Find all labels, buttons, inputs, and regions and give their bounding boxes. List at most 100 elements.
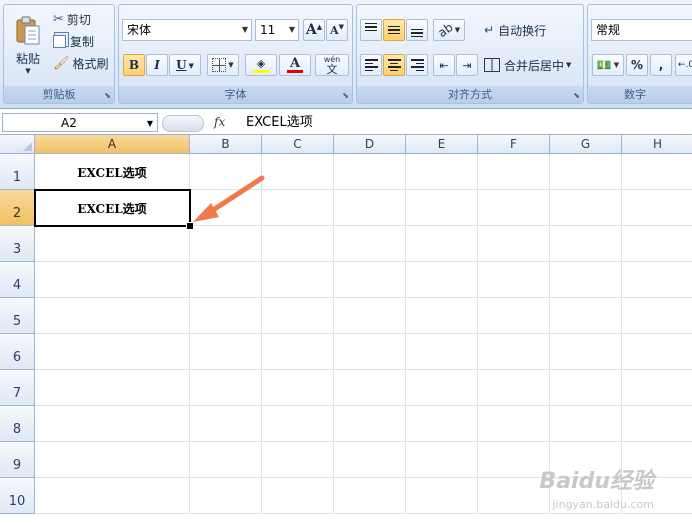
cell-f4[interactable] — [478, 262, 550, 298]
insert-function-button[interactable]: fx — [214, 113, 238, 132]
column-header-c[interactable]: C — [262, 135, 334, 154]
cell-f8[interactable] — [478, 406, 550, 442]
cell-a7[interactable] — [35, 370, 190, 406]
cell-f1[interactable] — [478, 154, 550, 190]
cell-a6[interactable] — [35, 334, 190, 370]
cell-d5[interactable] — [334, 298, 406, 334]
row-header-3[interactable]: 3 — [0, 226, 35, 262]
name-box[interactable]: A2 ▼ — [2, 113, 158, 132]
cell-e3[interactable] — [406, 226, 478, 262]
cell-c10[interactable] — [262, 478, 334, 514]
cell-b7[interactable] — [190, 370, 262, 406]
accounting-format-button[interactable]: 💵 ▼ — [592, 54, 624, 76]
cell-g4[interactable] — [550, 262, 622, 298]
formula-bar-splitter[interactable] — [162, 115, 204, 132]
comma-style-button[interactable]: , — [650, 54, 672, 76]
column-header-d[interactable]: D — [334, 135, 406, 154]
dialog-launcher-icon[interactable]: ⬊ — [342, 91, 349, 100]
cell-g5[interactable] — [550, 298, 622, 334]
cell-b8[interactable] — [190, 406, 262, 442]
increase-decimal-button[interactable]: ←.0 — [675, 54, 692, 76]
cell-b10[interactable] — [190, 478, 262, 514]
row-header-5[interactable]: 5 — [0, 298, 35, 334]
cell-a4[interactable] — [35, 262, 190, 298]
cell-c3[interactable] — [262, 226, 334, 262]
cell-a3[interactable] — [35, 226, 190, 262]
align-right-button[interactable] — [406, 54, 428, 76]
orientation-button[interactable]: ab ▼ — [433, 19, 465, 41]
cell-e10[interactable] — [406, 478, 478, 514]
cell-f6[interactable] — [478, 334, 550, 370]
cell-e8[interactable] — [406, 406, 478, 442]
cell-b3[interactable] — [190, 226, 262, 262]
cell-g1[interactable] — [550, 154, 622, 190]
decrease-indent-button[interactable]: ⇤ — [433, 54, 455, 76]
italic-button[interactable]: I — [146, 54, 168, 76]
cell-c5[interactable] — [262, 298, 334, 334]
cell-a9[interactable] — [35, 442, 190, 478]
cell-c4[interactable] — [262, 262, 334, 298]
column-header-f[interactable]: F — [478, 135, 550, 154]
cell-d2[interactable] — [334, 190, 406, 226]
cell-d8[interactable] — [334, 406, 406, 442]
row-header-2[interactable]: 2 — [0, 190, 35, 226]
cell-f3[interactable] — [478, 226, 550, 262]
cell-e2[interactable] — [406, 190, 478, 226]
cell-d1[interactable] — [334, 154, 406, 190]
cell-b2[interactable] — [190, 190, 262, 226]
cell-h7[interactable] — [622, 370, 692, 406]
cell-e7[interactable] — [406, 370, 478, 406]
font-color-button[interactable]: A — [279, 54, 311, 76]
row-header-9[interactable]: 9 — [0, 442, 35, 478]
cell-f7[interactable] — [478, 370, 550, 406]
row-header-6[interactable]: 6 — [0, 334, 35, 370]
column-header-h[interactable]: H — [622, 135, 692, 154]
cell-e9[interactable] — [406, 442, 478, 478]
align-bottom-button[interactable] — [406, 19, 428, 41]
cell-e5[interactable] — [406, 298, 478, 334]
cell-e4[interactable] — [406, 262, 478, 298]
cell-h2[interactable] — [622, 190, 692, 226]
row-header-8[interactable]: 8 — [0, 406, 35, 442]
cell-d4[interactable] — [334, 262, 406, 298]
cell-g6[interactable] — [550, 334, 622, 370]
font-name-select[interactable]: 宋体 ▼ — [122, 19, 252, 41]
cell-a10[interactable] — [35, 478, 190, 514]
cell-a5[interactable] — [35, 298, 190, 334]
column-header-g[interactable]: G — [550, 135, 622, 154]
align-center-button[interactable] — [383, 54, 405, 76]
cell-e1[interactable] — [406, 154, 478, 190]
percent-style-button[interactable]: % — [626, 54, 648, 76]
cell-d10[interactable] — [334, 478, 406, 514]
cell-b4[interactable] — [190, 262, 262, 298]
align-top-button[interactable] — [360, 19, 382, 41]
cell-h5[interactable] — [622, 298, 692, 334]
borders-button[interactable]: ▼ — [207, 54, 239, 76]
cell-c2[interactable] — [262, 190, 334, 226]
grow-font-button[interactable]: A ▲ — [303, 19, 325, 41]
fill-handle[interactable] — [186, 222, 194, 230]
column-header-b[interactable]: B — [190, 135, 262, 154]
underline-button[interactable]: U ▼ — [169, 54, 201, 76]
cell-c9[interactable] — [262, 442, 334, 478]
paste-button[interactable]: 粘贴 ▼ — [8, 9, 48, 81]
align-middle-button[interactable] — [383, 19, 405, 41]
cell-d6[interactable] — [334, 334, 406, 370]
cell-h8[interactable] — [622, 406, 692, 442]
column-header-e[interactable]: E — [406, 135, 478, 154]
phonetic-button[interactable]: wén 文 — [315, 54, 349, 76]
copy-button[interactable]: 复制 — [52, 32, 112, 51]
cell-h4[interactable] — [622, 262, 692, 298]
cell-d7[interactable] — [334, 370, 406, 406]
align-left-button[interactable] — [360, 54, 382, 76]
cell-b1[interactable] — [190, 154, 262, 190]
format-painter-button[interactable]: 🖌 格式刷 — [52, 54, 114, 73]
cell-f2[interactable] — [478, 190, 550, 226]
cell-c8[interactable] — [262, 406, 334, 442]
chevron-down-icon[interactable]: ▼ — [147, 114, 153, 133]
cell-h6[interactable] — [622, 334, 692, 370]
row-header-10[interactable]: 10 — [0, 478, 35, 514]
cell-b9[interactable] — [190, 442, 262, 478]
row-header-1[interactable]: 1 — [0, 154, 35, 190]
cell-a1[interactable]: EXCEL选项 — [35, 154, 190, 190]
